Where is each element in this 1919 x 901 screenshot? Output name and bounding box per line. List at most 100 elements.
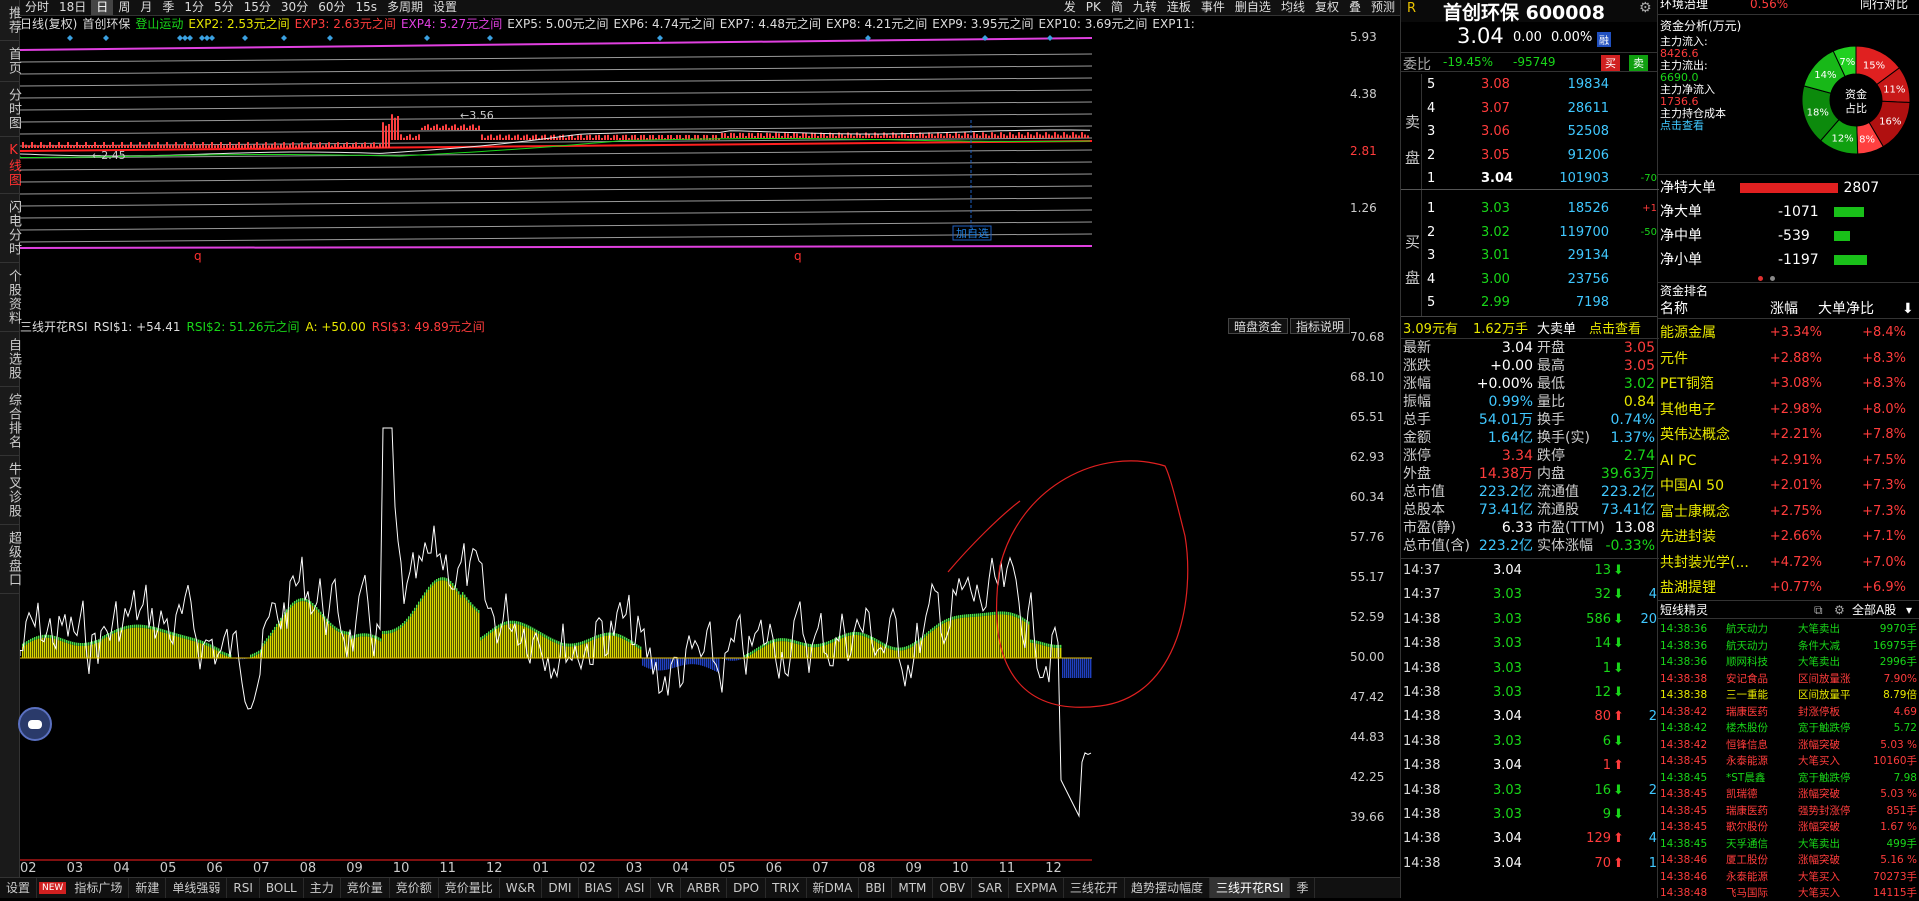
elf-row[interactable]: 14:38:42楼杰股份宽于触跌停5.72 bbox=[1658, 720, 1919, 736]
elf-row[interactable]: 14:38:36航天动力条件大减16975手 bbox=[1658, 638, 1919, 654]
event-marker-icon[interactable] bbox=[242, 35, 248, 41]
indicator-tab[interactable]: 单线强弱 bbox=[166, 878, 227, 898]
indicator-tab[interactable]: W&R bbox=[500, 878, 543, 898]
tool-button[interactable]: 事件 bbox=[1196, 0, 1230, 15]
rank-row[interactable]: 元件+2.88%+8.3% bbox=[1658, 347, 1919, 371]
period-tab[interactable]: 周 bbox=[113, 0, 135, 15]
rank-row[interactable]: 富士康概念+2.75%+7.3% bbox=[1658, 500, 1919, 524]
period-tab[interactable]: 30分 bbox=[276, 0, 313, 15]
settings-gear-icon[interactable]: ⚙ bbox=[1639, 0, 1652, 16]
rank-row[interactable]: 先进封装+2.66%+7.1% bbox=[1658, 525, 1919, 549]
elf-row[interactable]: 14:38:45凯瑞德涨幅突破5.03 % bbox=[1658, 786, 1919, 802]
elf-row[interactable]: 14:38:45瑞康医药强势封涨停851手 bbox=[1658, 803, 1919, 819]
tool-button[interactable]: 发 bbox=[1059, 0, 1081, 15]
indicator-tab[interactable]: BIAS bbox=[579, 878, 620, 898]
elf-row[interactable]: 14:38:36顺网科技大笔卖出2996手 bbox=[1658, 654, 1919, 670]
leftbar-item[interactable]: 自选股 bbox=[0, 332, 20, 387]
elf-row[interactable]: 14:38:42瑞康医药封涨停板4.69 bbox=[1658, 704, 1919, 720]
assistant-robot-icon[interactable] bbox=[18, 707, 52, 741]
indicator-tab[interactable]: 三线开花RSI bbox=[1210, 878, 1291, 898]
peer-compare-link[interactable]: 同行对比 bbox=[1860, 0, 1908, 10]
event-marker-icon[interactable] bbox=[103, 35, 109, 41]
indicator-tab[interactable]: DPO bbox=[727, 878, 766, 898]
leftbar-item[interactable]: 牛叉诊股 bbox=[0, 456, 20, 525]
bid-row[interactable]: 13.0318526+1 bbox=[1401, 198, 1659, 220]
elf-row[interactable]: 14:38:45天孚通信大笔卖出499手 bbox=[1658, 836, 1919, 852]
elf-row[interactable]: 14:38:45永泰能源大笔买入10160手 bbox=[1658, 753, 1919, 769]
rank-row[interactable]: 其他电子+2.98%+8.0% bbox=[1658, 398, 1919, 422]
leftbar-item[interactable]: 推荐 bbox=[0, 0, 20, 41]
bid-row[interactable]: 23.02119700-50 bbox=[1401, 222, 1659, 244]
add-favorite-label[interactable]: 加自选 bbox=[956, 227, 989, 240]
elf-row[interactable]: 14:38:42恒锋信息涨幅突破5.03 % bbox=[1658, 737, 1919, 753]
tool-button[interactable]: 简 bbox=[1106, 0, 1128, 15]
rank-row[interactable]: AI PC+2.91%+7.5% bbox=[1658, 449, 1919, 473]
indicator-tab[interactable]: MTM bbox=[892, 878, 933, 898]
rank-row[interactable]: 中国AI 50+2.01%+7.3% bbox=[1658, 474, 1919, 498]
bid-row[interactable]: 33.0129134 bbox=[1401, 245, 1659, 267]
event-marker-icon[interactable] bbox=[657, 35, 663, 41]
period-tab[interactable]: 15s bbox=[350, 0, 382, 15]
tool-button[interactable]: PK bbox=[1081, 0, 1106, 15]
ask-row[interactable]: 33.0652508 bbox=[1401, 121, 1659, 143]
period-tab[interactable]: 18日 bbox=[54, 0, 91, 15]
period-tab[interactable]: 5分 bbox=[209, 0, 239, 15]
rank-row[interactable]: PET铜箔+3.08%+8.3% bbox=[1658, 372, 1919, 396]
indicator-tab[interactable]: EXPMA bbox=[1009, 878, 1064, 898]
industry-name[interactable]: 环境治理 bbox=[1660, 0, 1708, 10]
bid-row[interactable]: 43.0023756 bbox=[1401, 269, 1659, 291]
period-tab[interactable]: 多周期 bbox=[382, 0, 428, 15]
indicator-tab[interactable]: BOLL bbox=[260, 878, 304, 898]
col-name[interactable]: 名称 bbox=[1660, 299, 1688, 319]
indicator-tab[interactable]: 设置 bbox=[0, 878, 37, 898]
rank-row[interactable]: 共封装光学(...+4.72%+7.0% bbox=[1658, 551, 1919, 575]
elf-row[interactable]: 14:38:36航天动力大笔卖出9970手 bbox=[1658, 621, 1919, 637]
period-tab[interactable]: 1分 bbox=[179, 0, 209, 15]
elf-filter-select[interactable]: 全部A股 bbox=[1852, 601, 1896, 619]
rank-row[interactable]: 盐湖提锂+0.77%+6.9% bbox=[1658, 576, 1919, 600]
bid-row[interactable]: 52.997198 bbox=[1401, 292, 1659, 314]
tool-button[interactable]: 九转 bbox=[1128, 0, 1162, 15]
indicator-tab[interactable]: 三线花开 bbox=[1064, 878, 1125, 898]
leftbar-item[interactable]: 首页 bbox=[0, 41, 20, 82]
period-tab[interactable]: 分时 bbox=[20, 0, 54, 15]
col-netratio[interactable]: 大单净比 bbox=[1818, 299, 1874, 319]
event-marker-icon[interactable] bbox=[281, 35, 287, 41]
elf-row[interactable]: 14:38:45歌尔股份涨幅突破1.67 % bbox=[1658, 819, 1919, 835]
period-tab[interactable]: 日 bbox=[91, 0, 113, 15]
indicator-tab[interactable]: BBI bbox=[859, 878, 892, 898]
page-dots[interactable] bbox=[1758, 270, 1778, 278]
elf-row[interactable]: 14:38:38三一重能区间放量平8.79倍 bbox=[1658, 687, 1919, 703]
new-badge[interactable]: NEW bbox=[39, 882, 66, 894]
leftbar-item[interactable]: 个股资料 bbox=[0, 263, 20, 332]
event-marker-icon[interactable] bbox=[1047, 35, 1053, 41]
dark-pool-button[interactable]: 暗盘资金 bbox=[1228, 318, 1288, 334]
indicator-tab[interactable]: 趋势摆动幅度 bbox=[1125, 878, 1210, 898]
elf-settings-icon[interactable]: ⚙ bbox=[1834, 601, 1845, 619]
indicator-tab[interactable]: 竞价量比 bbox=[439, 878, 500, 898]
tool-button[interactable]: 均线 bbox=[1276, 0, 1310, 15]
indicator-tab[interactable]: SAR bbox=[972, 878, 1009, 898]
period-tab[interactable]: 60分 bbox=[313, 0, 350, 15]
event-marker-icon[interactable] bbox=[327, 35, 333, 41]
kline-chart[interactable]: 加自选←3.56←2.45qq bbox=[20, 34, 1336, 314]
elf-row[interactable]: 14:38:45*ST晨鑫宽于触跌停7.98 bbox=[1658, 770, 1919, 786]
period-tab[interactable]: 15分 bbox=[239, 0, 276, 15]
ask-row[interactable]: 43.0728611 bbox=[1401, 98, 1659, 120]
period-tab[interactable]: 月 bbox=[135, 0, 157, 15]
indicator-tab[interactable]: 竞价量 bbox=[341, 878, 390, 898]
elf-row[interactable]: 14:38:38安记食品区间放量涨7.90% bbox=[1658, 671, 1919, 687]
elf-window-icon[interactable]: ⧉ bbox=[1814, 601, 1823, 619]
sell-button[interactable]: 卖 bbox=[1629, 55, 1648, 71]
rank-row[interactable]: 能源金属+3.34%+8.4% bbox=[1658, 321, 1919, 345]
indicator-tab[interactable]: 新DMA bbox=[807, 878, 860, 898]
indicator-tab[interactable]: 主力 bbox=[304, 878, 341, 898]
indicator-tab[interactable]: OBV bbox=[933, 878, 972, 898]
leftbar-item[interactable]: 闪电分时 bbox=[0, 194, 20, 263]
tool-button[interactable]: 复权 bbox=[1310, 0, 1344, 15]
tool-button[interactable]: 叠 bbox=[1344, 0, 1366, 15]
ask-row[interactable]: 23.0591206 bbox=[1401, 145, 1659, 167]
event-marker-icon[interactable] bbox=[67, 35, 73, 41]
rsi-chart[interactable] bbox=[20, 336, 1336, 861]
indicator-tab[interactable]: 季 bbox=[1290, 878, 1315, 898]
